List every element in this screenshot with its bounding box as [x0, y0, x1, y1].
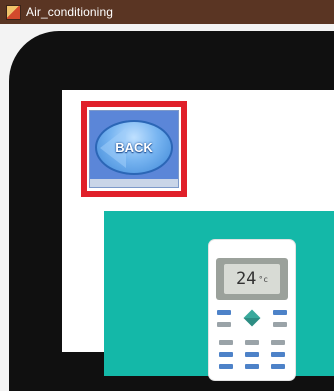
remote-button-row-3 — [209, 340, 295, 346]
remote-button — [245, 340, 259, 345]
remote-button — [219, 340, 233, 345]
remote-button — [273, 310, 287, 315]
back-button-label: BACK — [115, 140, 153, 155]
ac-remote-image: 24 °c — [209, 240, 295, 380]
remote-button — [245, 352, 259, 357]
window-titlebar: Air_conditioning — [0, 0, 334, 24]
remote-button — [217, 322, 231, 327]
temperature-readout: 24 °c — [224, 264, 280, 294]
temperature-value: 24 — [235, 269, 257, 289]
remote-button-row-2 — [209, 322, 295, 328]
remote-button-row-4 — [209, 352, 295, 358]
app-icon — [6, 4, 21, 20]
remote-button-row-5 — [209, 364, 295, 370]
remote-button — [217, 310, 231, 315]
back-oval: BACK — [95, 120, 173, 175]
remote-button — [271, 340, 285, 345]
temperature-unit: °c — [258, 274, 269, 284]
window-title: Air_conditioning — [26, 5, 113, 19]
back-button[interactable]: BACK — [89, 110, 179, 188]
remote-button — [271, 364, 285, 369]
back-button-base — [90, 179, 178, 187]
remote-display: 24 °c — [216, 258, 288, 300]
remote-button — [273, 322, 287, 327]
remote-button — [219, 364, 233, 369]
remote-button — [219, 352, 233, 357]
remote-button — [245, 364, 259, 369]
remote-button — [271, 352, 285, 357]
